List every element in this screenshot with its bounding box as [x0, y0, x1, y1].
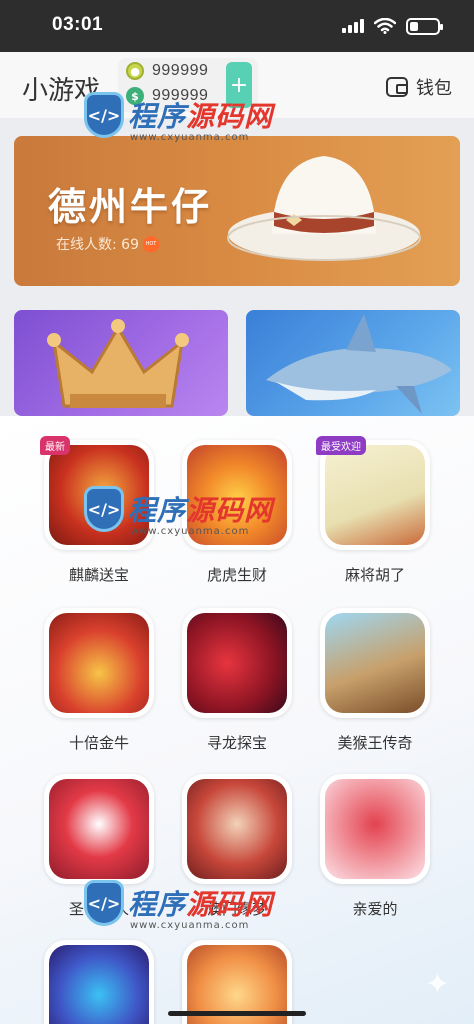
- popular-badge: 最受欢迎: [316, 436, 366, 455]
- game-thumbnail: [320, 608, 430, 718]
- battery-icon: [406, 17, 443, 35]
- game-name: 虎虎生财: [206, 566, 267, 584]
- game-tile[interactable]: 寻龙探宝: [175, 608, 299, 753]
- new-badge: 最新: [40, 436, 70, 455]
- texas-cowboy-banner[interactable]: 德州牛仔 在线人数: 69 HOT: [14, 136, 460, 286]
- crown-banner[interactable]: [14, 310, 228, 416]
- game-thumbnail: [320, 774, 430, 884]
- game-tile[interactable]: 最受欢迎 麻将胡了: [313, 436, 437, 585]
- game-tile[interactable]: 美猴王传奇: [313, 608, 437, 753]
- wallet-icon: [386, 77, 408, 97]
- watermark-text: 程序源码网: [128, 100, 274, 133]
- watermark-text: 程序源码网: [128, 494, 274, 527]
- watermark-logo-icon: </>: [84, 92, 124, 138]
- cellular-signal-icon: [342, 19, 364, 33]
- game-thumbnail: [44, 608, 154, 718]
- gold-balance: ● 999999: [126, 62, 208, 80]
- shark-banner[interactable]: [246, 310, 460, 416]
- game-name: 寻龙探宝: [206, 734, 267, 752]
- lady-game-art: [187, 779, 287, 879]
- home-indicator[interactable]: [168, 1011, 306, 1016]
- sparkle-icon: ✦: [424, 967, 450, 1002]
- watermark: </> 程序源码网 www.cxyuanma.com: [84, 880, 274, 931]
- banner-title: 德州牛仔: [48, 185, 213, 229]
- watermark-url: www.cxyuanma.com: [130, 132, 250, 143]
- game-thumbnail: [44, 940, 154, 1024]
- wallet-button[interactable]: 钱包: [386, 74, 452, 100]
- status-time: 03:01: [52, 14, 104, 35]
- game-name: 麒麟送宝: [68, 566, 129, 584]
- game-name: 美猴王传奇: [337, 734, 413, 752]
- shark-icon: [266, 314, 452, 414]
- penguin-game-art: [49, 945, 149, 1024]
- game-name: 亲爱的: [352, 900, 398, 918]
- hot-flame-icon: HOT: [142, 236, 159, 252]
- game-thumbnail: [182, 774, 292, 884]
- game-thumbnail: [44, 774, 154, 884]
- online-count: 在线人数: 69 HOT: [56, 234, 159, 254]
- wallet-label: 钱包: [416, 78, 452, 99]
- cowboy-hat-icon: [227, 156, 421, 261]
- watermark: </> 程序源码网 www.cxyuanma.com: [84, 92, 274, 143]
- watermark-url: www.cxyuanma.com: [130, 526, 250, 537]
- status-icons: [342, 16, 443, 36]
- rose-game-art: [325, 779, 425, 879]
- watermark-text: 程序源码网: [128, 888, 274, 921]
- online-count-label: 在线人数: 69: [56, 237, 139, 253]
- wifi-icon: [374, 18, 396, 34]
- game-thumbnail: [182, 608, 292, 718]
- mahjong-game-art: [325, 445, 425, 545]
- status-bar: 03:01: [0, 0, 474, 52]
- game-tile[interactable]: 十倍金牛: [37, 608, 161, 753]
- watermark-logo-icon: </>: [84, 880, 124, 926]
- watermark: </> 程序源码网 www.cxyuanma.com: [84, 486, 274, 537]
- gold-coin-icon: ●: [126, 62, 144, 80]
- game-name: 十倍金牛: [68, 734, 129, 752]
- game-thumbnail: 最受欢迎: [316, 436, 430, 550]
- golden-ox-game-art: [49, 613, 149, 713]
- monkey-king-game-art: [325, 613, 425, 713]
- game-tile[interactable]: 亲爱的: [313, 774, 437, 919]
- watermark-url: www.cxyuanma.com: [130, 920, 250, 931]
- game-name: 麻将胡了: [344, 566, 405, 584]
- red-dragon-game-art: [187, 613, 287, 713]
- gold-balance-value: 999999: [152, 62, 209, 79]
- santa-game-art: [49, 779, 149, 879]
- game-tile[interactable]: [37, 940, 161, 1024]
- watermark-logo-icon: </>: [84, 486, 124, 532]
- crown-icon: [47, 319, 189, 408]
